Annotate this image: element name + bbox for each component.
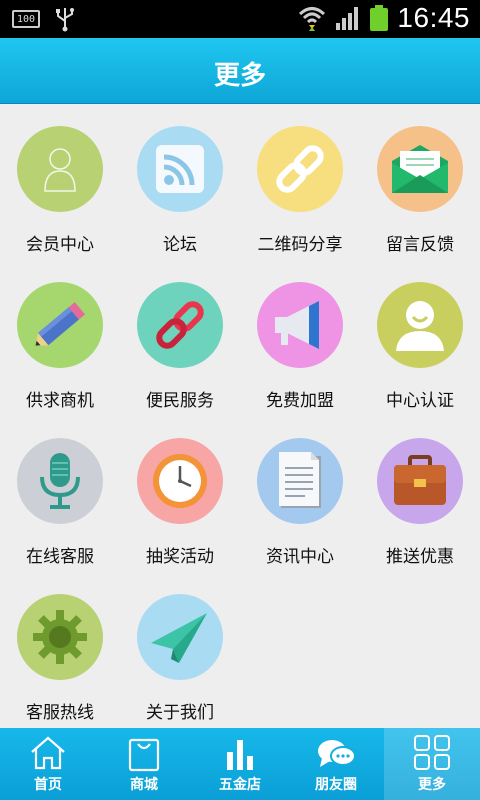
grid-item-center-certification[interactable]: 中心认证 (360, 260, 480, 416)
grid-item-qr-share[interactable]: 二维码分享 (240, 104, 360, 260)
nav-label: 朋友圈 (315, 777, 357, 793)
bar-chart-icon (227, 740, 253, 770)
clock-icon (137, 438, 223, 524)
grid-item-label: 免费加盟 (266, 391, 334, 411)
grid-item-business-opportunities[interactable]: 供求商机 (0, 260, 120, 416)
grid-item-label: 中心认证 (386, 391, 454, 411)
nav-item-mall[interactable]: 商城 (96, 728, 192, 800)
clock: 16:45 (397, 2, 470, 33)
nav-item-moments[interactable]: 朋友圈 (288, 728, 384, 800)
grid-item-label: 便民服务 (146, 391, 214, 411)
bottom-nav: 首页 商城 五金店 朋友圈 更多 (0, 728, 480, 800)
grid-item-online-service[interactable]: 在线客服 (0, 416, 120, 572)
grid-item-about-us[interactable]: 关于我们 (120, 572, 240, 728)
paper-plane-icon (137, 594, 223, 680)
nav-item-hardware-store[interactable]: 五金店 (192, 728, 288, 800)
grid-item-forum[interactable]: 论坛 (120, 104, 240, 260)
grid-item-label: 客服热线 (26, 703, 94, 723)
user-avatar-icon (377, 282, 463, 368)
grid-item-label: 留言反馈 (386, 235, 454, 255)
signal-icon (336, 7, 359, 30)
link-icon (257, 126, 343, 212)
grid-item-push-promotions[interactable]: 推送优惠 (360, 416, 480, 572)
microphone-icon (17, 438, 103, 524)
battery-level-icon: 100 (12, 10, 40, 28)
home-icon (31, 736, 65, 770)
grid-item-label: 供求商机 (26, 391, 94, 411)
usb-icon (56, 8, 74, 32)
nav-label: 更多 (418, 777, 446, 793)
grid-item-label: 关于我们 (146, 703, 214, 723)
pencil-icon (17, 282, 103, 368)
grid-item-lottery[interactable]: 抽奖活动 (120, 416, 240, 572)
grid-item-news-center[interactable]: 资讯中心 (240, 416, 360, 572)
chain-icon (137, 282, 223, 368)
grid-item-label: 会员中心 (26, 235, 94, 255)
status-bar: 100 16:45 (0, 0, 480, 38)
grid-item-convenience-services[interactable]: 便民服务 (120, 260, 240, 416)
grid-item-free-join[interactable]: 免费加盟 (240, 260, 360, 416)
nav-item-home[interactable]: 首页 (0, 728, 96, 800)
grid-item-service-hotline[interactable]: 客服热线 (0, 572, 120, 728)
grid-icon (414, 735, 450, 770)
chat-bubbles-icon (318, 740, 356, 767)
user-icon (17, 126, 103, 212)
shopping-bag-icon (128, 738, 160, 772)
briefcase-icon (377, 438, 463, 524)
grid-item-label: 在线客服 (26, 547, 94, 567)
nav-label: 五金店 (219, 777, 261, 793)
gear-icon (17, 594, 103, 680)
grid-item-feedback[interactable]: 留言反馈 (360, 104, 480, 260)
grid-item-member-center[interactable]: 会员中心 (0, 104, 120, 260)
envelope-icon (377, 126, 463, 212)
nav-label: 首页 (34, 777, 62, 793)
battery-level-text: 100 (16, 13, 36, 25)
wifi-icon (299, 7, 326, 31)
grid-item-label: 二维码分享 (257, 235, 343, 255)
battery-icon (370, 5, 389, 31)
grid-item-label: 抽奖活动 (146, 547, 214, 567)
rss-icon (137, 126, 223, 212)
page-title: 更多 (213, 61, 266, 91)
grid-item-label: 论坛 (163, 235, 197, 255)
feature-grid: 会员中心 论坛 二维码分享 留言反馈 供求商机 便民服务 免费加盟 中心认证 在… (0, 104, 480, 728)
nav-label: 商城 (130, 777, 158, 793)
grid-item-label: 资讯中心 (266, 547, 334, 567)
document-icon (257, 438, 343, 524)
nav-item-more[interactable]: 更多 (384, 728, 480, 800)
grid-item-label: 推送优惠 (386, 547, 454, 567)
title-bar: 更多 (0, 38, 480, 104)
megaphone-icon (257, 282, 343, 368)
